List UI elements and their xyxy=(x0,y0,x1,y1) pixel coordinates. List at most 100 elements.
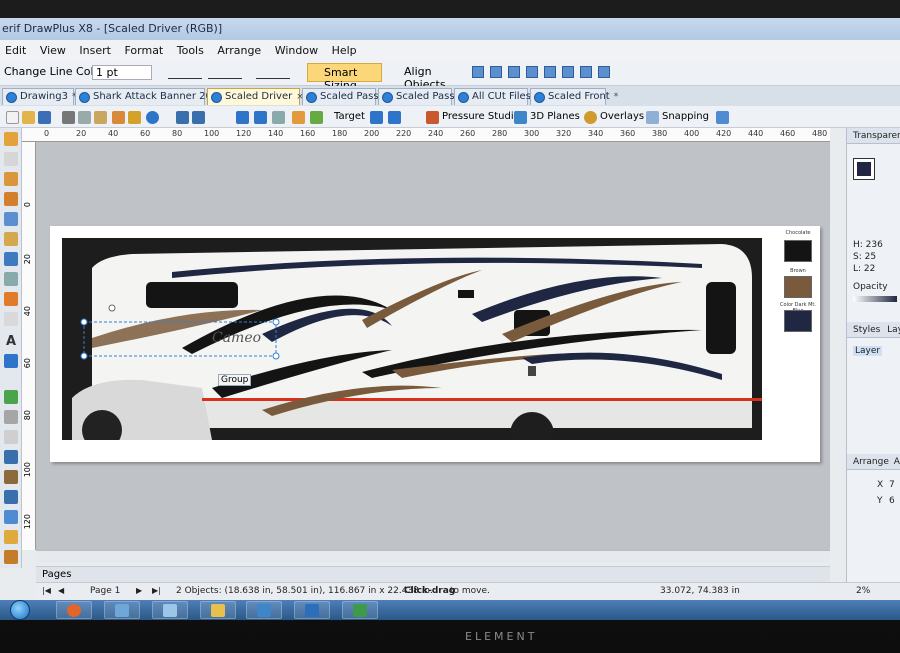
tab-scaled-pass-2[interactable]: Scaled Pass* xyxy=(378,88,463,105)
menu-view[interactable]: View xyxy=(35,40,71,57)
copy-icon[interactable] xyxy=(78,111,91,124)
align-right-icon[interactable] xyxy=(508,66,520,78)
blend-tool-icon[interactable] xyxy=(4,470,18,484)
next-page-icon[interactable]: ▶ xyxy=(136,586,142,595)
text-tool-icon[interactable]: A xyxy=(4,334,18,349)
align-center-icon[interactable] xyxy=(490,66,502,78)
distribute-vertical-icon[interactable] xyxy=(598,66,610,78)
tab-close-icon[interactable]: * xyxy=(614,92,619,102)
taskbar-media-player[interactable] xyxy=(56,601,92,619)
zoom-tool-icon[interactable] xyxy=(4,430,18,444)
taskbar-drawplus[interactable] xyxy=(294,601,330,619)
fill-tool-icon[interactable] xyxy=(4,354,18,368)
3d-planes-button[interactable]: 3D Planes xyxy=(530,111,580,122)
new-document-icon[interactable] xyxy=(6,111,19,124)
taskbar-app-1[interactable] xyxy=(104,601,140,619)
effects-tool-icon[interactable] xyxy=(4,550,18,564)
mirror-icon[interactable] xyxy=(272,111,285,124)
pencil-tool-icon[interactable] xyxy=(4,192,18,206)
taskbar-explorer[interactable] xyxy=(200,601,236,619)
opacity-slider[interactable] xyxy=(853,296,897,302)
curve-tool-icon[interactable] xyxy=(4,312,18,326)
brush-tool-icon[interactable] xyxy=(4,232,18,246)
overlays-button[interactable]: Overlays xyxy=(600,111,644,122)
target-options-icon[interactable] xyxy=(388,111,401,124)
effects-icon[interactable] xyxy=(310,111,323,124)
styles-tab[interactable]: Styles Laye xyxy=(847,322,900,338)
page[interactable]: Cameo Chocolate Brown Color Dark Mt. Blu… xyxy=(50,226,820,462)
last-page-icon[interactable]: ▶| xyxy=(152,586,161,595)
drawing-canvas[interactable]: Cameo Chocolate Brown Color Dark Mt. Blu… xyxy=(36,142,830,550)
layers-tab[interactable]: Laye xyxy=(887,325,900,335)
line-join-select[interactable] xyxy=(256,67,290,79)
start-button-icon[interactable] xyxy=(10,600,30,620)
line-cap-select[interactable] xyxy=(208,67,242,79)
shape-tool-icon[interactable] xyxy=(4,292,18,306)
menu-arrange[interactable]: Arrange xyxy=(212,40,266,57)
group-button[interactable]: Group xyxy=(218,374,252,386)
layer-item[interactable]: Layer xyxy=(853,346,883,356)
smart-sizing-button[interactable]: Smart Sizing xyxy=(307,63,382,92)
transparency-tool-icon[interactable] xyxy=(4,390,18,404)
grid-icon[interactable] xyxy=(716,111,729,124)
align-tab[interactable]: Ali xyxy=(894,457,900,467)
menu-tools[interactable]: Tools xyxy=(172,40,209,57)
align-bottom-icon[interactable] xyxy=(562,66,574,78)
web-icon[interactable] xyxy=(146,111,159,124)
target-icon[interactable] xyxy=(370,111,383,124)
swatch-black[interactable] xyxy=(784,240,812,262)
shape-icon[interactable] xyxy=(292,111,305,124)
taskbar-app-2[interactable] xyxy=(152,601,188,619)
rv-photo[interactable]: Cameo xyxy=(62,238,762,440)
swatch-brown[interactable] xyxy=(784,276,812,298)
tab-shark-attack-banner[interactable]: Shark Attack Banner 2021* xyxy=(75,88,233,105)
picture-tool-icon[interactable] xyxy=(4,530,18,544)
taskbar-app-3[interactable] xyxy=(246,601,282,619)
flip-icon[interactable] xyxy=(236,111,249,124)
align-objects-button[interactable]: Align Objects xyxy=(388,63,464,91)
table-tool-icon[interactable] xyxy=(4,510,18,524)
menu-format[interactable]: Format xyxy=(119,40,168,57)
y-value[interactable]: 6 xyxy=(889,496,895,506)
eraser-tool-icon[interactable] xyxy=(4,252,18,266)
distribute-horizontal-icon[interactable] xyxy=(580,66,592,78)
save-icon[interactable] xyxy=(38,111,51,124)
menu-help[interactable]: Help xyxy=(327,40,362,57)
first-page-icon[interactable]: |◀ xyxy=(42,586,51,595)
align-middle-icon[interactable] xyxy=(544,66,556,78)
pointer-tool-icon[interactable] xyxy=(4,132,18,146)
align-left-icon[interactable] xyxy=(472,66,484,78)
eyedropper-tool-icon[interactable] xyxy=(4,410,18,424)
lightbulb-icon[interactable] xyxy=(128,111,141,124)
node-tool-icon[interactable] xyxy=(4,152,18,166)
format-painter-icon[interactable] xyxy=(112,111,125,124)
arrange-tab[interactable]: Arrange Ali xyxy=(847,454,900,470)
horizontal-scrollbar[interactable] xyxy=(36,550,830,562)
connector-tool-icon[interactable] xyxy=(4,272,18,286)
tab-scaled-pass-1[interactable]: Scaled Pass* xyxy=(302,88,387,105)
rotate-icon[interactable] xyxy=(254,111,267,124)
pen-tool-icon[interactable] xyxy=(4,212,18,226)
paste-icon[interactable] xyxy=(94,111,107,124)
pressure-studio-button[interactable]: Pressure Studio xyxy=(442,111,520,122)
tab-scaled-front[interactable]: Scaled Front * xyxy=(530,88,618,105)
tab-drawing3[interactable]: Drawing3* xyxy=(2,88,76,105)
transparency-tab[interactable]: Transparen xyxy=(847,128,900,144)
dimension-tool-icon[interactable] xyxy=(4,490,18,504)
line-style-select[interactable] xyxy=(168,67,202,79)
menu-insert[interactable]: Insert xyxy=(74,40,116,57)
align-top-icon[interactable] xyxy=(526,66,538,78)
menu-window[interactable]: Window xyxy=(270,40,323,57)
previous-page-icon[interactable]: ◀ xyxy=(58,586,64,595)
target-label[interactable]: Target xyxy=(334,111,365,122)
menu-edit[interactable]: Edit xyxy=(0,40,31,57)
snapping-button[interactable]: Snapping xyxy=(662,111,709,122)
open-folder-icon[interactable] xyxy=(22,111,35,124)
page-indicator[interactable]: Page 1 xyxy=(90,586,120,596)
taskbar-app-4[interactable] xyxy=(342,601,378,619)
cut-icon[interactable] xyxy=(62,111,75,124)
pages-tab[interactable]: Pages xyxy=(36,566,830,582)
redo-icon[interactable] xyxy=(192,111,205,124)
undo-icon[interactable] xyxy=(176,111,189,124)
tab-scaled-driver[interactable]: Scaled Driver × xyxy=(207,88,304,105)
